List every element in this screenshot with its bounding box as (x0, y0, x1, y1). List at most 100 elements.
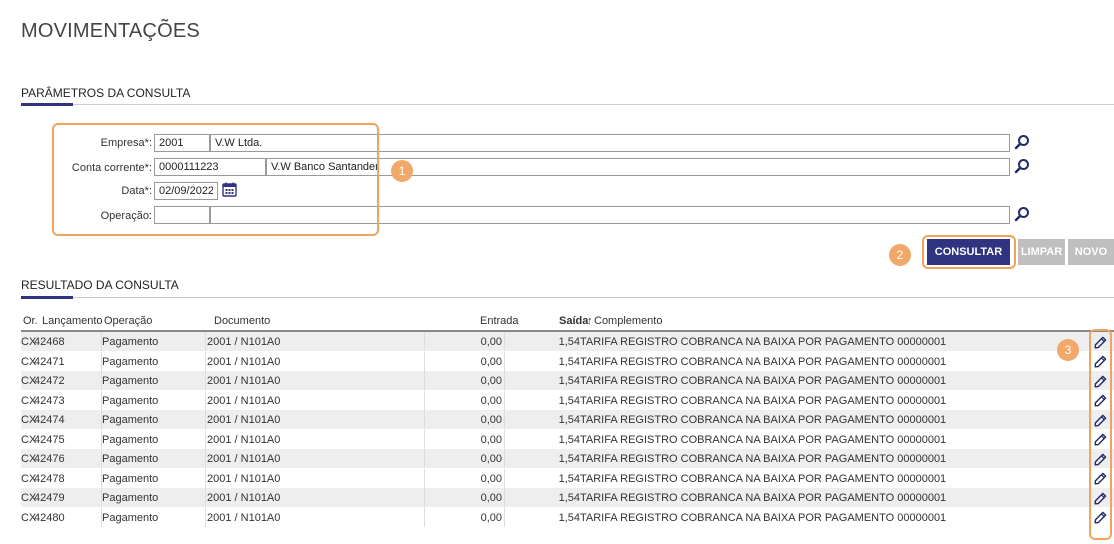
limpar-button[interactable]: LIMPAR (1018, 239, 1065, 265)
column-separator (205, 332, 206, 351)
column-header-lancamento[interactable]: Lançamento (42, 315, 103, 327)
cell-complemento: TARIFA REGISTRO COBRANCA NA BAIXA POR PA… (580, 492, 947, 504)
column-separator (504, 429, 505, 449)
cell-complemento: TARIFA REGISTRO COBRANCA NA BAIXA POR PA… (580, 375, 947, 387)
cell-entrada: 0,00 (480, 375, 502, 387)
column-separator (205, 390, 206, 410)
cell-saida: 1,54 (558, 511, 580, 524)
column-separator (101, 429, 102, 449)
column-separator (205, 468, 206, 488)
table-row[interactable]: CX 42472 Pagamento 2001 / N101A0 0,00 1,54 TAR… (21, 371, 1114, 391)
column-separator (424, 449, 425, 468)
column-separator (424, 429, 425, 449)
cell-complemento: TARIFA REGISTRO COBRANCA NA BAIXA POR PA… (580, 414, 947, 426)
table-row[interactable]: CX 42468 Pagamento 2001 / N101A0 0,00 1,54 TAR… (21, 332, 1114, 352)
table-row[interactable]: CX 42474 Pagamento 2001 / N101A0 0,00 1,54 TAR… (21, 410, 1114, 430)
cell-entrada: 0,00 (480, 414, 502, 426)
cell-entrada: 0,00 (480, 433, 502, 446)
edit-column-highlight-box (1089, 329, 1112, 540)
column-header-complemento[interactable]: Complemento (594, 315, 662, 327)
cell-complemento: TARIFA REGISTRO COBRANCA NA BAIXA POR PA… (580, 394, 947, 407)
column-separator (205, 449, 206, 468)
cell-saida: 1,54 (558, 433, 580, 446)
results-section-accent (21, 296, 73, 299)
empresa-search-button[interactable] (1013, 134, 1031, 152)
column-separator (101, 332, 102, 351)
search-icon (1014, 206, 1030, 225)
conta-search-button[interactable] (1013, 158, 1031, 176)
operacao-search-button[interactable] (1013, 206, 1031, 224)
column-separator (101, 390, 102, 410)
column-separator (504, 332, 505, 351)
column-separator (205, 507, 206, 527)
column-separator (101, 449, 102, 468)
column-separator (101, 371, 102, 390)
cell-lancamento: 42472 (34, 375, 65, 387)
cell-saida: 1,54 (558, 472, 580, 485)
cell-operacao: Pagamento (102, 453, 159, 465)
cell-complemento: TARIFA REGISTRO COBRANCA NA BAIXA POR PA… (580, 453, 947, 465)
column-separator (205, 351, 206, 371)
column-header-origem[interactable]: Or. (23, 315, 38, 327)
column-separator (424, 488, 425, 507)
column-separator (101, 507, 102, 527)
table-row[interactable]: CX 42475 Pagamento 2001 / N101A0 0,00 1,54 TAR… (21, 429, 1114, 450)
novo-button[interactable]: NOVO (1068, 239, 1114, 265)
cell-entrada: 0,00 (480, 511, 502, 524)
column-separator (424, 468, 425, 488)
cell-lancamento: 42475 (34, 433, 65, 446)
table-row[interactable]: CX 42479 Pagamento 2001 / N101A0 0,00 1,54 TAR… (21, 488, 1114, 508)
cell-documento: 2001 / N101A0 (207, 472, 281, 485)
cell-complemento: TARIFA REGISTRO COBRANCA NA BAIXA POR PA… (580, 472, 947, 485)
table-row[interactable]: CX 42473 Pagamento 2001 / N101A0 0,00 1,54 TAR… (21, 390, 1114, 411)
column-separator (504, 488, 505, 507)
cell-entrada: 0,00 (480, 336, 502, 348)
cell-operacao: Pagamento (102, 336, 159, 348)
cell-lancamento: 42473 (34, 394, 65, 407)
cell-documento: 2001 / N101A0 (207, 433, 281, 446)
cell-saida: 1,54 (558, 355, 580, 368)
cell-saida: 1,54 (558, 375, 580, 387)
results-section-divider (21, 297, 1114, 298)
cell-operacao: Pagamento (102, 433, 159, 446)
cell-entrada: 0,00 (480, 453, 502, 465)
cell-operacao: Pagamento (102, 492, 159, 504)
search-icon (1014, 158, 1030, 177)
params-section-title: PARÂMETROS DA CONSULTA (21, 86, 191, 100)
column-header-saida[interactable]: Saída (559, 315, 588, 327)
cell-saida: 1,54 (558, 336, 580, 348)
table-row[interactable]: CX 42478 Pagamento 2001 / N101A0 0,00 1,54 TAR… (21, 468, 1114, 489)
cell-entrada: 0,00 (480, 472, 502, 485)
params-section-accent (21, 103, 73, 106)
cell-documento: 2001 / N101A0 (207, 355, 281, 368)
column-separator (504, 390, 505, 410)
sort-ascending-icon[interactable]: ↑ (587, 315, 593, 327)
column-header-documento[interactable]: Documento (214, 315, 270, 327)
consultar-button[interactable]: CONSULTAR (927, 239, 1010, 265)
column-header-operacao[interactable]: Operação (104, 315, 152, 327)
results-section-title: RESULTADO DA CONSULTA (21, 278, 179, 292)
column-separator (504, 507, 505, 527)
cell-documento: 2001 / N101A0 (207, 414, 281, 426)
cell-entrada: 0,00 (480, 394, 502, 407)
cell-complemento: TARIFA REGISTRO COBRANCA NA BAIXA POR PA… (580, 355, 947, 368)
cell-lancamento: 42479 (34, 492, 65, 504)
cell-lancamento: 42471 (34, 355, 65, 368)
cell-operacao: Pagamento (102, 394, 159, 407)
column-separator (504, 449, 505, 468)
page-title: MOVIMENTAÇÕES (21, 20, 200, 42)
cell-operacao: Pagamento (102, 355, 159, 368)
cell-lancamento: 42468 (34, 336, 65, 348)
column-separator (101, 488, 102, 507)
results-table-header: Or. Lançamento Operação Documento Entrad… (21, 312, 1114, 332)
params-section-divider (21, 104, 1114, 105)
table-row[interactable]: CX 42476 Pagamento 2001 / N101A0 0,00 1,54 TAR… (21, 449, 1114, 469)
callout-badge-1: 1 (391, 160, 413, 182)
table-row[interactable]: CX 42471 Pagamento 2001 / N101A0 0,00 1,54 TAR… (21, 351, 1114, 372)
table-row[interactable]: CX 42480 Pagamento 2001 / N101A0 0,00 1,54 TAR… (21, 507, 1114, 528)
column-separator (424, 390, 425, 410)
column-header-entrada[interactable]: Entrada (480, 315, 519, 327)
column-separator (504, 468, 505, 488)
column-separator (205, 410, 206, 429)
callout-badge-2: 2 (889, 244, 911, 266)
